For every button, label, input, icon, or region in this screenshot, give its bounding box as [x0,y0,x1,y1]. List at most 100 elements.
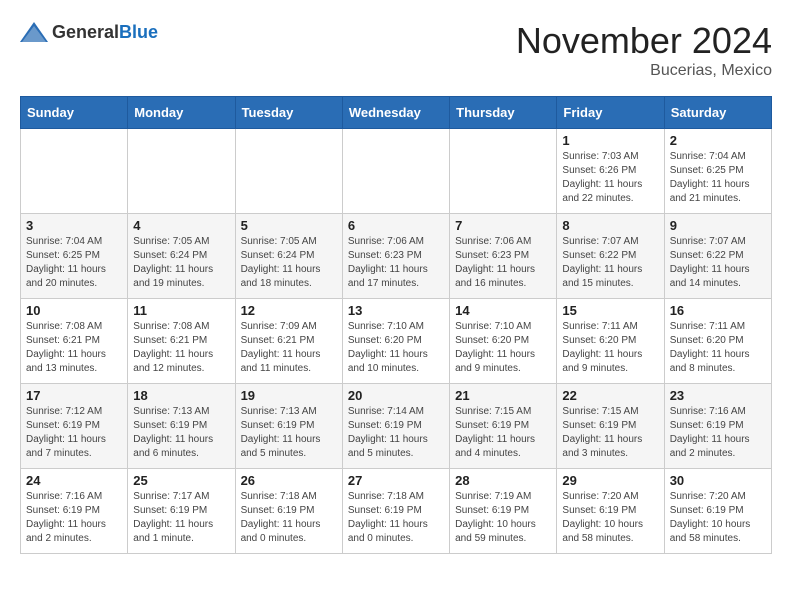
day-number: 8 [562,218,658,233]
day-info: Sunrise: 7:08 AM Sunset: 6:21 PM Dayligh… [26,320,122,376]
day-number: 21 [455,388,551,403]
calendar-cell: 18 Sunrise: 7:13 AM Sunset: 6:19 PM Dayli… [128,384,235,469]
calendar-cell [21,129,128,214]
calendar-cell: 10 Sunrise: 7:08 AM Sunset: 6:21 PM Dayli… [21,299,128,384]
day-number: 6 [348,218,444,233]
header-day-thursday: Thursday [450,97,557,129]
day-info: Sunrise: 7:09 AM Sunset: 6:21 PM Dayligh… [241,320,337,376]
calendar-cell: 25Sunrise: 7:17 AM Sunset: 6:19 PM Dayli… [128,469,235,554]
location-subtitle: Bucerias, Mexico [516,62,772,80]
day-info: Sunrise: 7:03 AM Sunset: 6:26 PM Dayligh… [562,150,658,206]
day-info: Sunrise: 7:20 AM Sunset: 6:19 PM Dayligh… [670,490,766,546]
day-info: Sunrise: 7:08 AM Sunset: 6:21 PM Dayligh… [133,320,229,376]
day-number: 9 [670,218,766,233]
calendar-header: SundayMondayTuesdayWednesdayThursdayFrid… [21,97,772,129]
calendar-cell: 9 Sunrise: 7:07 AM Sunset: 6:22 PM Daylig… [664,214,771,299]
calendar-cell: 21 Sunrise: 7:15 AM Sunset: 6:19 PM Dayli… [450,384,557,469]
month-title: November 2024 [516,20,772,62]
day-number: 7 [455,218,551,233]
calendar-cell: 4Sunrise: 7:05 AM Sunset: 6:24 PM Daylig… [128,214,235,299]
day-info: Sunrise: 7:13 AM Sunset: 6:19 PM Dayligh… [133,405,229,461]
calendar-cell: 3 Sunrise: 7:04 AM Sunset: 6:25 PM Daylig… [21,214,128,299]
day-info: Sunrise: 7:10 AM Sunset: 6:20 PM Dayligh… [348,320,444,376]
day-number: 22 [562,388,658,403]
day-number: 20 [348,388,444,403]
calendar-cell: 12 Sunrise: 7:09 AM Sunset: 6:21 PM Dayli… [235,299,342,384]
week-row-1: 3 Sunrise: 7:04 AM Sunset: 6:25 PM Daylig… [21,214,772,299]
header-day-wednesday: Wednesday [342,97,449,129]
calendar-cell: 2Sunrise: 7:04 AM Sunset: 6:25 PM Daylig… [664,129,771,214]
calendar-cell: 27 Sunrise: 7:18 AM Sunset: 6:19 PM Dayli… [342,469,449,554]
calendar-cell [450,129,557,214]
calendar-cell [128,129,235,214]
day-info: Sunrise: 7:19 AM Sunset: 6:19 PM Dayligh… [455,490,551,546]
calendar-cell: 19 Sunrise: 7:13 AM Sunset: 6:19 PM Dayli… [235,384,342,469]
logo: GeneralBlue [20,20,158,44]
calendar-cell: 16Sunrise: 7:11 AM Sunset: 6:20 PM Dayli… [664,299,771,384]
header-day-tuesday: Tuesday [235,97,342,129]
day-number: 25 [133,473,229,488]
day-number: 23 [670,388,766,403]
calendar-cell: 28 Sunrise: 7:19 AM Sunset: 6:19 PM Dayli… [450,469,557,554]
calendar-cell: 20 Sunrise: 7:14 AM Sunset: 6:19 PM Dayli… [342,384,449,469]
day-info: Sunrise: 7:12 AM Sunset: 6:19 PM Dayligh… [26,405,122,461]
day-number: 30 [670,473,766,488]
day-number: 19 [241,388,337,403]
calendar-cell: 17 Sunrise: 7:12 AM Sunset: 6:19 PM Dayli… [21,384,128,469]
calendar-cell: 8 Sunrise: 7:07 AM Sunset: 6:22 PM Daylig… [557,214,664,299]
day-info: Sunrise: 7:13 AM Sunset: 6:19 PM Dayligh… [241,405,337,461]
day-info: Sunrise: 7:05 AM Sunset: 6:24 PM Dayligh… [133,235,229,291]
calendar-cell [235,129,342,214]
title-area: November 2024 Bucerias, Mexico [516,20,772,80]
day-number: 3 [26,218,122,233]
day-info: Sunrise: 7:18 AM Sunset: 6:19 PM Dayligh… [241,490,337,546]
day-number: 29 [562,473,658,488]
calendar-cell: 22Sunrise: 7:15 AM Sunset: 6:19 PM Dayli… [557,384,664,469]
week-row-4: 24 Sunrise: 7:16 AM Sunset: 6:19 PM Dayli… [21,469,772,554]
logo-text-blue: Blue [119,22,158,42]
calendar-cell: 5Sunrise: 7:05 AM Sunset: 6:24 PM Daylig… [235,214,342,299]
day-info: Sunrise: 7:20 AM Sunset: 6:19 PM Dayligh… [562,490,658,546]
calendar-cell: 26 Sunrise: 7:18 AM Sunset: 6:19 PM Dayli… [235,469,342,554]
logo-text-general: General [52,22,119,42]
day-info: Sunrise: 7:15 AM Sunset: 6:19 PM Dayligh… [455,405,551,461]
day-info: Sunrise: 7:07 AM Sunset: 6:22 PM Dayligh… [670,235,766,291]
calendar-cell: 23 Sunrise: 7:16 AM Sunset: 6:19 PM Dayli… [664,384,771,469]
calendar-cell: 24 Sunrise: 7:16 AM Sunset: 6:19 PM Dayli… [21,469,128,554]
day-info: Sunrise: 7:04 AM Sunset: 6:25 PM Dayligh… [26,235,122,291]
day-info: Sunrise: 7:07 AM Sunset: 6:22 PM Dayligh… [562,235,658,291]
week-row-3: 17 Sunrise: 7:12 AM Sunset: 6:19 PM Dayli… [21,384,772,469]
day-info: Sunrise: 7:16 AM Sunset: 6:19 PM Dayligh… [670,405,766,461]
day-number: 13 [348,303,444,318]
header-day-saturday: Saturday [664,97,771,129]
calendar-cell: 7Sunrise: 7:06 AM Sunset: 6:23 PM Daylig… [450,214,557,299]
day-number: 14 [455,303,551,318]
day-info: Sunrise: 7:11 AM Sunset: 6:20 PM Dayligh… [670,320,766,376]
calendar-table: SundayMondayTuesdayWednesdayThursdayFrid… [20,96,772,554]
calendar-cell: 11 Sunrise: 7:08 AM Sunset: 6:21 PM Dayli… [128,299,235,384]
day-number: 27 [348,473,444,488]
calendar-cell: 14 Sunrise: 7:10 AM Sunset: 6:20 PM Dayli… [450,299,557,384]
day-number: 5 [241,218,337,233]
day-number: 28 [455,473,551,488]
day-number: 11 [133,303,229,318]
day-number: 10 [26,303,122,318]
day-info: Sunrise: 7:18 AM Sunset: 6:19 PM Dayligh… [348,490,444,546]
day-info: Sunrise: 7:16 AM Sunset: 6:19 PM Dayligh… [26,490,122,546]
day-number: 26 [241,473,337,488]
day-info: Sunrise: 7:10 AM Sunset: 6:20 PM Dayligh… [455,320,551,376]
day-number: 12 [241,303,337,318]
day-number: 17 [26,388,122,403]
day-info: Sunrise: 7:14 AM Sunset: 6:19 PM Dayligh… [348,405,444,461]
day-info: Sunrise: 7:04 AM Sunset: 6:25 PM Dayligh… [670,150,766,206]
day-number: 24 [26,473,122,488]
header: GeneralBlue November 2024 Bucerias, Mexi… [20,20,772,80]
calendar-cell: 13 Sunrise: 7:10 AM Sunset: 6:20 PM Dayli… [342,299,449,384]
calendar-cell: 1 Sunrise: 7:03 AM Sunset: 6:26 PM Daylig… [557,129,664,214]
header-row: SundayMondayTuesdayWednesdayThursdayFrid… [21,97,772,129]
day-number: 1 [562,133,658,148]
day-number: 18 [133,388,229,403]
calendar-cell: 6Sunrise: 7:06 AM Sunset: 6:23 PM Daylig… [342,214,449,299]
header-day-sunday: Sunday [21,97,128,129]
calendar-cell [342,129,449,214]
